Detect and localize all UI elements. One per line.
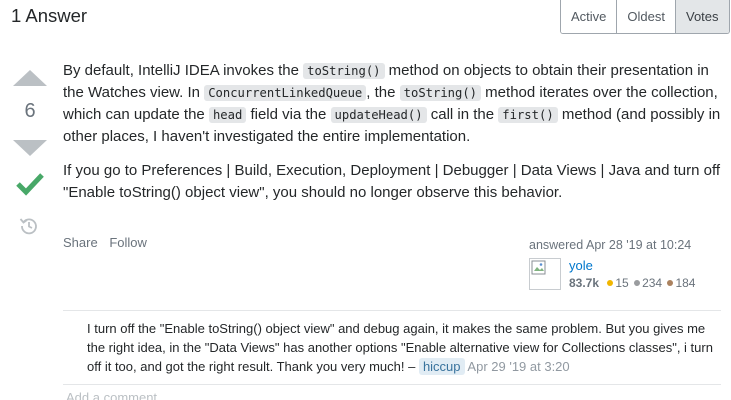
post-menu: Share Follow: [63, 235, 155, 250]
comments-list: I turn off the "Enable toString() object…: [63, 310, 721, 385]
code-inline: first(): [498, 107, 558, 123]
history-icon[interactable]: [19, 216, 39, 236]
answer-text: call in the: [426, 106, 499, 123]
answer-text: By default, IntelliJ IDEA invokes the: [63, 62, 304, 79]
code-inline: ConcurrentLinkedQueue: [204, 85, 367, 101]
comment-date[interactable]: Apr 29 '19 at 3:20: [467, 359, 569, 374]
code-inline: head: [208, 107, 247, 123]
answer-paragraph-1: By default, IntelliJ IDEA invokes the to…: [63, 60, 723, 148]
answer-text: , the: [366, 84, 400, 101]
bronze-badge-icon: [667, 280, 674, 287]
answer-paragraph-2: If you go to Preferences | Build, Execut…: [63, 162, 721, 201]
bronze-badge-count: 184: [675, 276, 696, 290]
answer-body: By default, IntelliJ IDEA invokes the to…: [63, 60, 723, 216]
sort-tabs: Active Oldest Votes: [560, 0, 730, 34]
tab-active[interactable]: Active: [561, 0, 618, 33]
avatar[interactable]: [529, 258, 561, 290]
silver-badge-count: 234: [642, 276, 663, 290]
user-name-link[interactable]: yole: [569, 258, 593, 273]
comment-user-link[interactable]: hiccup: [418, 358, 465, 375]
add-comment-link[interactable]: Add a comment: [66, 390, 157, 400]
accepted-checkmark-icon: [16, 173, 44, 196]
tab-votes[interactable]: Votes: [675, 0, 729, 33]
code-inline: toString(): [303, 63, 385, 79]
reputation-score: 83.7k: [569, 276, 600, 290]
vote-down-icon[interactable]: [13, 140, 47, 156]
vote-count: 6: [24, 100, 36, 122]
user-signature: answered Apr 28 '19 at 10:24 yole 83.7k …: [529, 238, 724, 290]
follow-link[interactable]: Follow: [109, 235, 147, 250]
code-inline: updateHead(): [330, 107, 427, 123]
user-reputation: 83.7k 15 234 184: [569, 276, 695, 290]
comment: I turn off the "Enable toString() object…: [63, 311, 721, 385]
code-inline: toString(): [399, 85, 482, 101]
comment-text: I turn off the "Enable toString() object…: [87, 321, 713, 374]
answered-timestamp[interactable]: answered Apr 28 '19 at 10:24: [529, 238, 724, 252]
share-link[interactable]: Share: [63, 235, 98, 250]
answer-text: field via the: [246, 106, 331, 123]
vote-up-icon[interactable]: [13, 70, 47, 86]
gold-badge-icon: [607, 280, 614, 287]
silver-badge-icon: [634, 280, 641, 287]
tab-oldest[interactable]: Oldest: [617, 0, 676, 33]
answers-count-heading: 1 Answer: [11, 5, 88, 26]
broken-image-icon: [531, 260, 546, 275]
gold-badge-count: 15: [615, 276, 629, 290]
